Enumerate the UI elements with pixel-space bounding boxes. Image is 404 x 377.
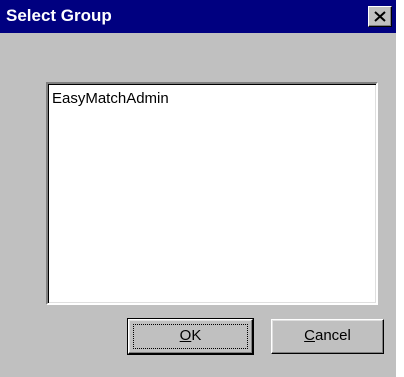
select-group-dialog: Select Group EasyMatchAdmin OK Cancel <box>0 0 396 377</box>
cancel-button[interactable]: Cancel <box>271 319 384 354</box>
ok-button-label: OK <box>180 327 202 344</box>
cancel-mnemonic: C <box>304 327 315 344</box>
close-icon <box>374 11 386 22</box>
group-listbox[interactable]: EasyMatchAdmin <box>46 82 378 305</box>
ok-label-rest: K <box>191 327 202 344</box>
title-bar[interactable]: Select Group <box>0 0 396 33</box>
cancel-button-label: Cancel <box>304 327 351 344</box>
ok-button[interactable]: OK <box>127 318 254 355</box>
list-item[interactable]: EasyMatchAdmin <box>52 90 169 108</box>
cancel-label-rest: ancel <box>314 327 351 344</box>
window-title: Select Group <box>6 6 112 25</box>
ok-mnemonic: O <box>179 327 192 344</box>
close-button[interactable] <box>368 6 392 27</box>
